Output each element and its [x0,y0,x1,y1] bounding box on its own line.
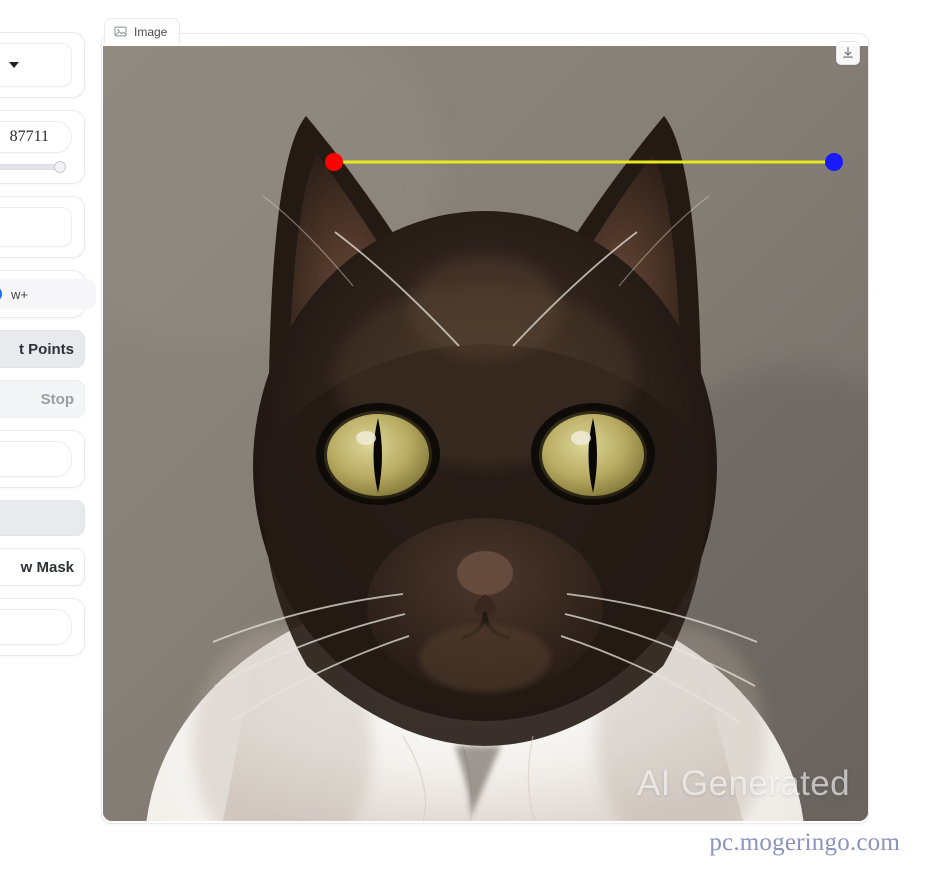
download-button[interactable] [836,41,860,65]
left-sidebar: 87711 w+ t Points Stop w Mask [0,32,96,656]
show-mask-button[interactable]: w Mask [0,548,85,586]
tab-image[interactable]: Image [104,18,181,44]
image-icon [114,26,127,37]
secondary-field-card [0,430,85,488]
bottom-field[interactable] [0,609,72,645]
primary-action-button[interactable] [0,500,85,536]
tab-image-label: Image [134,24,168,39]
app-root: ic 87711 w+ t Points Stop [0,0,930,871]
reset-points-button[interactable]: t Points [0,330,85,368]
stop-button[interactable]: Stop [0,380,85,418]
radio-label: w+ [11,286,28,302]
model-select[interactable] [0,43,72,87]
latent-space-card: w+ [0,270,96,318]
seed-slider-thumb[interactable] [54,161,66,173]
text-field-card [0,196,85,258]
model-select-card [0,32,85,98]
seed-card: 87711 [0,110,85,184]
image-canvas[interactable]: AI Generated [103,46,868,821]
ai-generated-watermark: AI Generated [637,764,850,803]
cat-photo: AI Generated [103,46,868,821]
chevron-down-icon [9,62,19,68]
radio-selected-icon [0,286,2,302]
secondary-field[interactable] [0,441,72,477]
bottom-field-card [0,598,85,656]
site-watermark: pc.mogeringo.com [709,829,900,856]
image-panel: Image AI Generated [101,18,869,824]
download-icon [843,47,853,58]
text-field[interactable] [0,207,72,247]
seed-input[interactable]: 87711 [0,121,72,153]
seed-slider[interactable] [0,161,72,173]
radio-option-w-plus[interactable]: w+ [0,279,96,309]
